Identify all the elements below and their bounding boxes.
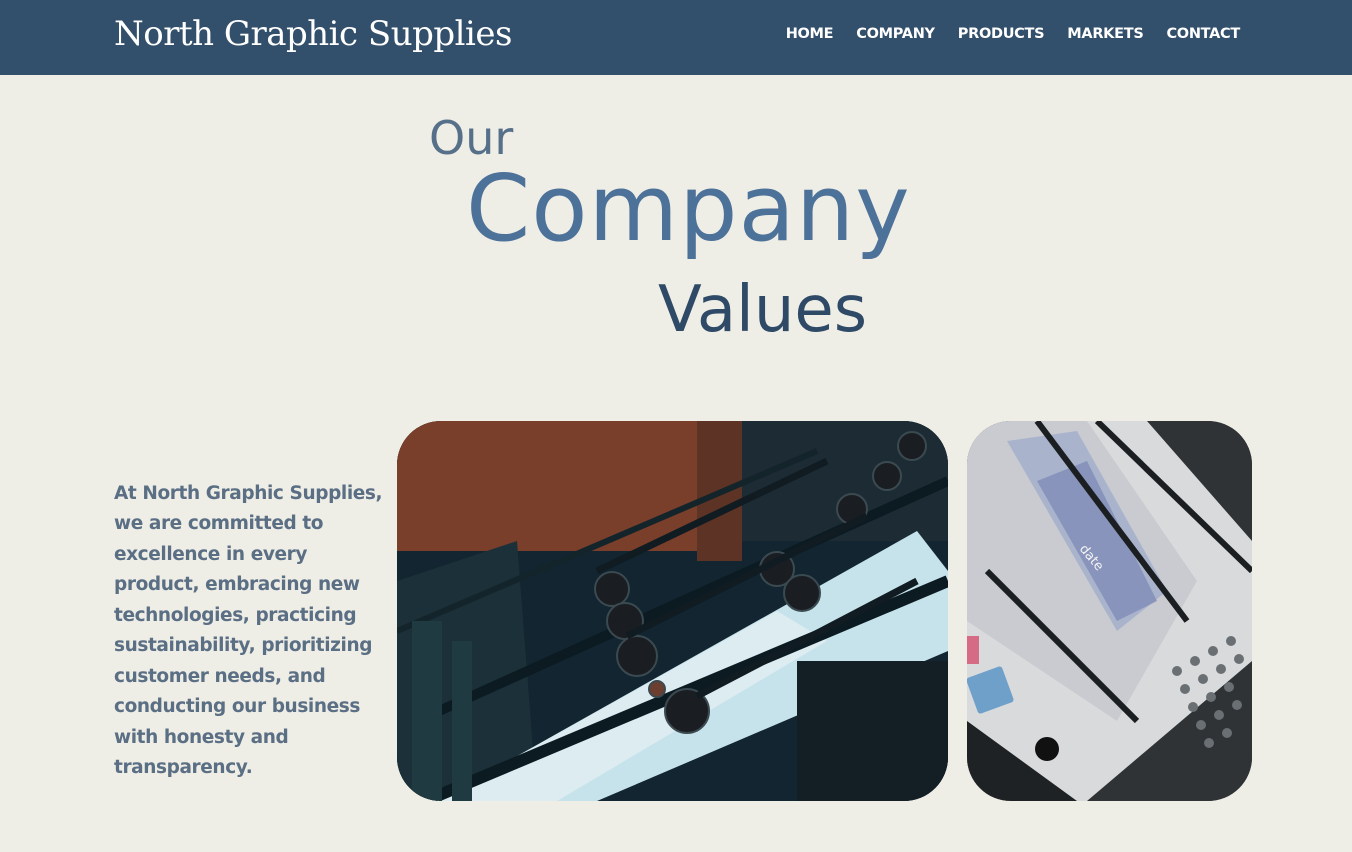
nav-markets-link[interactable]: MARKETS xyxy=(1067,26,1144,42)
site-header: North Graphic Supplies HOME COMPANY PROD… xyxy=(0,0,1352,75)
nav-home-link[interactable]: HOME xyxy=(786,26,834,42)
printing-press-image xyxy=(397,421,948,801)
values-intro-text: At North Graphic Supplies, we are commit… xyxy=(114,482,383,779)
nav-products-link[interactable]: PRODUCTS xyxy=(958,26,1045,42)
nav-contact-link[interactable]: CONTACT xyxy=(1166,26,1240,42)
brand-logo-text[interactable]: North Graphic Supplies xyxy=(114,14,512,54)
printer-interior-image: date xyxy=(967,421,1252,801)
heading-values: Values xyxy=(658,273,868,347)
main-nav: HOME COMPANY PRODUCTS MARKETS CONTACT xyxy=(786,26,1241,42)
heading-company: Company xyxy=(466,155,911,262)
nav-company-link[interactable]: COMPANY xyxy=(856,26,935,42)
